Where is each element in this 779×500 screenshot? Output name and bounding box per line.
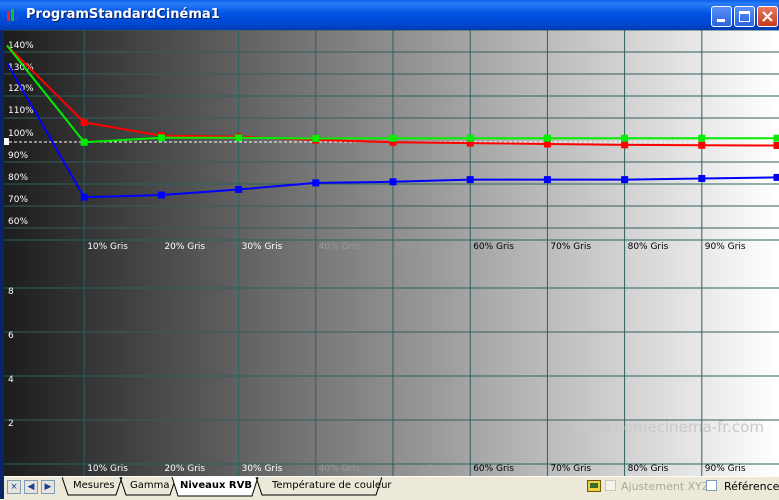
maximize-button[interactable]: [734, 6, 755, 27]
data-point: [698, 135, 705, 142]
close-button[interactable]: [757, 6, 778, 27]
tab-bar: × ◀ ▶ Mesures Gamma Niveaux RVB Températ…: [4, 476, 779, 500]
data-point: [544, 176, 551, 183]
x-tick-label: 70% Gris: [550, 464, 591, 474]
reference-label: Référence: [724, 479, 779, 495]
data-point: [774, 142, 779, 149]
y-tick-label: 110%: [8, 106, 34, 116]
window-title: ProgramStandardCinéma1: [26, 7, 220, 22]
y-tick-label: 80%: [8, 173, 28, 183]
tab-niveaux-rvb[interactable]: Niveaux RVB: [180, 477, 252, 497]
data-point: [390, 178, 397, 185]
close-sheet-icon[interactable]: ×: [7, 480, 21, 494]
data-point: [467, 135, 474, 142]
close-icon: [758, 7, 777, 26]
data-point: [698, 142, 705, 149]
x-tick-label: 30% Gris: [242, 242, 283, 252]
maximize-icon: [735, 7, 754, 26]
y-tick-label: 60%: [8, 217, 28, 227]
data-point: [235, 186, 242, 193]
x-tick-label: 10% Gris: [87, 464, 128, 474]
data-point: [698, 175, 705, 182]
data-point: [158, 192, 165, 199]
x-tick-label: 60% Gris: [473, 464, 514, 474]
x-tick-label: 10% Gris: [87, 242, 128, 252]
data-point: [81, 119, 88, 126]
data-point: [81, 194, 88, 201]
x-tick-label: 40% Gris: [319, 242, 360, 252]
reference-marker: [4, 138, 9, 145]
data-point: [235, 134, 242, 141]
y-tick-label: 8: [8, 287, 14, 297]
data-point: [467, 176, 474, 183]
y-tick-label: 4: [8, 375, 14, 385]
data-point: [621, 135, 628, 142]
chart-area: 140%130%120%110%100%90%80%70%60%8642 10%…: [4, 30, 779, 476]
x-tick-label: 90% Gris: [705, 464, 746, 474]
data-point: [774, 174, 779, 181]
tab-temperature-couleur[interactable]: Température de couleur: [272, 477, 392, 497]
data-point: [774, 135, 779, 142]
x-tick-label: 70% Gris: [550, 242, 591, 252]
application-window: ProgramStandardCinéma1 140%130%120%110%1…: [0, 0, 779, 499]
reference-checkbox[interactable]: [706, 480, 717, 491]
x-tick-label: 60% Gris: [473, 242, 514, 252]
y-tick-label: 2: [8, 419, 14, 429]
x-tick-label: 40% Gris: [319, 464, 360, 474]
data-point: [621, 176, 628, 183]
x-tick-label: 90% Gris: [705, 242, 746, 252]
data-point: [312, 135, 319, 142]
tab-gamma[interactable]: Gamma: [130, 477, 170, 497]
x-tick-label: 20% Gris: [164, 242, 205, 252]
data-point: [158, 134, 165, 141]
title-bar[interactable]: ProgramStandardCinéma1: [0, 0, 779, 30]
y-tick-label: 100%: [8, 129, 34, 139]
x-tick-label: 80% Gris: [628, 464, 669, 474]
settings-icon[interactable]: [587, 479, 601, 493]
data-point: [81, 139, 88, 146]
y-tick-label: 6: [8, 331, 14, 341]
watermark: www.homecinema-fr.com: [574, 418, 764, 436]
data-point: [312, 179, 319, 186]
next-tab-icon[interactable]: ▶: [41, 480, 55, 494]
rgb-levels-chart: 140%130%120%110%100%90%80%70%60%8642 10%…: [4, 30, 779, 476]
y-tick-label: 90%: [8, 151, 28, 161]
chart-background: [4, 30, 779, 476]
chart-bars-icon: [6, 8, 20, 22]
tab-mesures[interactable]: Mesures: [73, 477, 115, 497]
x-tick-label: 80% Gris: [628, 242, 669, 252]
data-point: [544, 135, 551, 142]
x-tick-label: 30% Gris: [242, 464, 283, 474]
y-tick-label: 70%: [8, 195, 28, 205]
prev-tab-icon[interactable]: ◀: [24, 480, 38, 494]
minimize-button[interactable]: [711, 6, 732, 27]
data-point: [621, 141, 628, 148]
xyz-adjust-checkbox[interactable]: [605, 480, 616, 491]
xyz-adjust-label: Ajustement XYZ: [621, 479, 709, 495]
x-tick-label: 20% Gris: [164, 464, 205, 474]
x-tick-label: 50% Gris: [396, 464, 437, 474]
data-point: [390, 135, 397, 142]
minimize-icon: [712, 7, 731, 26]
x-tick-label: 50% Gris: [396, 242, 437, 252]
